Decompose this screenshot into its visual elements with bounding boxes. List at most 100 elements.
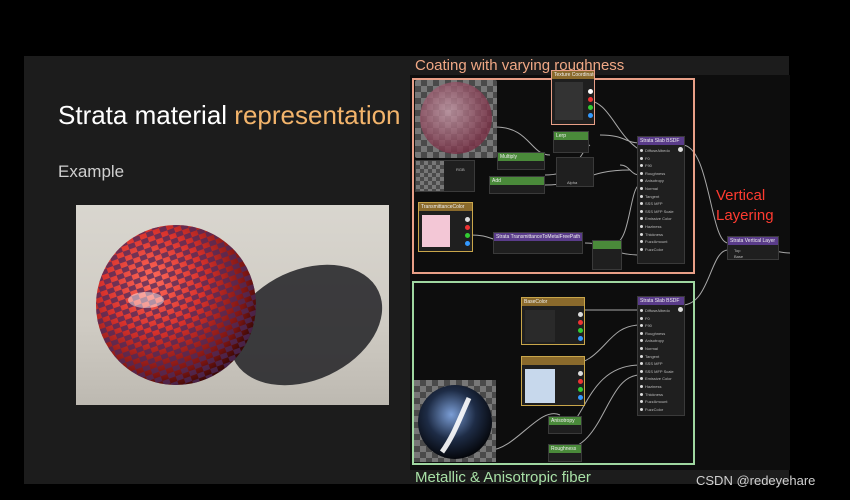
vertical-pin-base: Base (734, 254, 744, 259)
bsdf-input-pin[interactable] (640, 400, 643, 404)
node-coating-bsdf[interactable]: Strata Slab BSDF DiffuseAlbedo F0 F90 Rough… (637, 136, 685, 264)
bsdf-input-label: F0 (645, 155, 650, 161)
bsdf-input-pin[interactable] (640, 247, 643, 251)
pin-basecolor-r[interactable] (578, 320, 583, 325)
bsdf-input-label: Thickness (645, 231, 664, 237)
node-anisotropy-param[interactable]: Anisotropy (548, 416, 582, 434)
node-transmittance-color[interactable]: TransmittanceColor (418, 202, 473, 252)
sphere-render (96, 225, 383, 386)
example-render-image (76, 205, 389, 405)
bsdf-input-pin[interactable] (640, 392, 643, 396)
bsdf-input-label: Anisotropy (645, 178, 664, 184)
bsdf-input-label: Roughness (645, 170, 666, 176)
pin-texcoord-b[interactable] (588, 113, 593, 118)
bsdf-input-pin[interactable] (640, 171, 643, 175)
bsdf-input-pin[interactable] (640, 202, 643, 206)
node-basecolor-title: BaseColor (524, 299, 548, 305)
bsdf-input-label: Normal (645, 346, 658, 351)
pin-basecolor-g[interactable] (578, 328, 583, 333)
node-f0-param[interactable] (521, 356, 585, 406)
texsample-pin-label: RGB (456, 167, 465, 172)
node-basecolor-param[interactable]: BaseColor (521, 297, 585, 345)
vertical-label-line1: Vertical (716, 187, 766, 204)
pin-metal-bsdf-out[interactable] (678, 307, 683, 312)
bsdf-input-pin[interactable] (640, 331, 643, 335)
pin-texcoord-g[interactable] (588, 105, 593, 110)
bsdf-input-pin[interactable] (640, 240, 643, 244)
pin-f0-g[interactable] (578, 387, 583, 392)
metallic-section-label: Metallic & Anisotropic fiber (415, 469, 591, 486)
bsdf-input-pin[interactable] (640, 209, 643, 213)
node-lerp-title: Lerp (556, 133, 567, 139)
bsdf-input-pin[interactable] (640, 164, 643, 168)
node-multiply-title: Multiply (500, 154, 517, 160)
pin-texcoord-out[interactable] (588, 89, 593, 94)
bsdf-input-label: FuzzAmount (645, 239, 668, 245)
pin-color-b[interactable] (465, 241, 470, 246)
bsdf-input-label: SSS MFP (645, 361, 663, 367)
bsdf-input-label: SSS MFP (645, 201, 663, 207)
bsdf-input-pin[interactable] (640, 309, 643, 312)
bsdf-input-pin[interactable] (640, 232, 643, 236)
bsdf-input-pin[interactable] (640, 217, 643, 221)
bsdf-input-label: Emissive Color (645, 376, 672, 382)
node-metal-bsdf-title: Strata Slab BSDF (640, 298, 680, 304)
metallic-preview-thumbnail[interactable] (414, 380, 496, 462)
pin-basecolor-out[interactable] (578, 312, 583, 317)
bsdf-input-pin[interactable] (640, 407, 643, 411)
bsdf-input-pin[interactable] (640, 339, 643, 343)
node-texcoord[interactable]: Texture Coordinate (551, 70, 595, 125)
pin-basecolor-b[interactable] (578, 336, 583, 341)
node-texsample[interactable]: RGB (415, 160, 475, 192)
node-vertical-layer[interactable]: Strata Vertical Layer Top Base (727, 236, 779, 260)
slide-title: Strata material representation (58, 100, 401, 131)
node-multiply[interactable]: Multiply (497, 152, 545, 170)
bsdf-input-pin[interactable] (640, 324, 643, 328)
node-metal-bsdf[interactable]: Strata Slab BSDF DiffuseAlbedo F0 F90 Rough… (637, 296, 685, 416)
bsdf-input-label: FuzzColor (645, 246, 664, 252)
node-coating-bsdf-title: Strata Slab BSDF (640, 138, 680, 144)
bsdf-input-pin[interactable] (640, 362, 643, 366)
pin-f0-b[interactable] (578, 395, 583, 400)
node-add-title: Add (492, 178, 501, 184)
node-aniso-title: Anisotropy (551, 418, 575, 424)
bsdf-input-label: F90 (645, 163, 652, 169)
bsdf-input-pin[interactable] (640, 316, 643, 320)
bsdf-input-pin[interactable] (640, 354, 643, 358)
pin-color-g[interactable] (465, 233, 470, 238)
bsdf-input-pin[interactable] (640, 156, 643, 160)
bsdf-input-pin[interactable] (640, 179, 643, 183)
bsdf-input-pin[interactable] (640, 385, 643, 388)
vertical-pin-top: Top (734, 248, 741, 253)
pin-color-r[interactable] (465, 225, 470, 230)
pin-f0-r[interactable] (578, 379, 583, 384)
vertical-layering-label: Vertical Layering (716, 186, 774, 226)
bsdf-input-label: Emissive Color (645, 216, 672, 222)
node-color-title: TransmittanceColor (421, 204, 465, 210)
bsdf-input-pin[interactable] (640, 369, 643, 373)
bsdf-input-label: SSS MFP Scale (645, 208, 674, 214)
bsdf-input-label: DiffuseAlbedo (645, 308, 670, 313)
pin-f0-out[interactable] (578, 371, 583, 376)
bsdf-input-pin[interactable] (640, 194, 643, 198)
coating-preview-thumbnail[interactable] (415, 80, 497, 158)
node-roughness-param[interactable]: Roughness (548, 444, 582, 462)
node-add[interactable]: Add (489, 176, 545, 194)
node-lerp[interactable]: Lerp (553, 131, 589, 153)
node-lerp-bottom[interactable] (592, 240, 622, 270)
bsdf-input-label: Thickness (645, 391, 664, 397)
coating-preview-sphere (420, 82, 492, 154)
node-roughness-title: Roughness (551, 446, 577, 452)
node-vertical-layer-title: Strata Vertical Layer (730, 238, 776, 244)
bsdf-input-label: Normal (645, 186, 658, 191)
pin-texcoord-r[interactable] (588, 97, 593, 102)
bsdf-input-label: F0 (645, 315, 650, 321)
bsdf-input-pin[interactable] (640, 149, 643, 152)
bsdf-input-pin[interactable] (640, 187, 643, 190)
bsdf-input-pin[interactable] (640, 377, 643, 381)
bsdf-input-pin[interactable] (640, 225, 643, 228)
node-alpha-lerp[interactable]: Alpha (556, 157, 594, 187)
node-transmittance[interactable]: Strata TransmittanceToMetalFreePath (493, 232, 583, 254)
pin-color-out[interactable] (465, 217, 470, 222)
bsdf-input-pin[interactable] (640, 347, 643, 350)
